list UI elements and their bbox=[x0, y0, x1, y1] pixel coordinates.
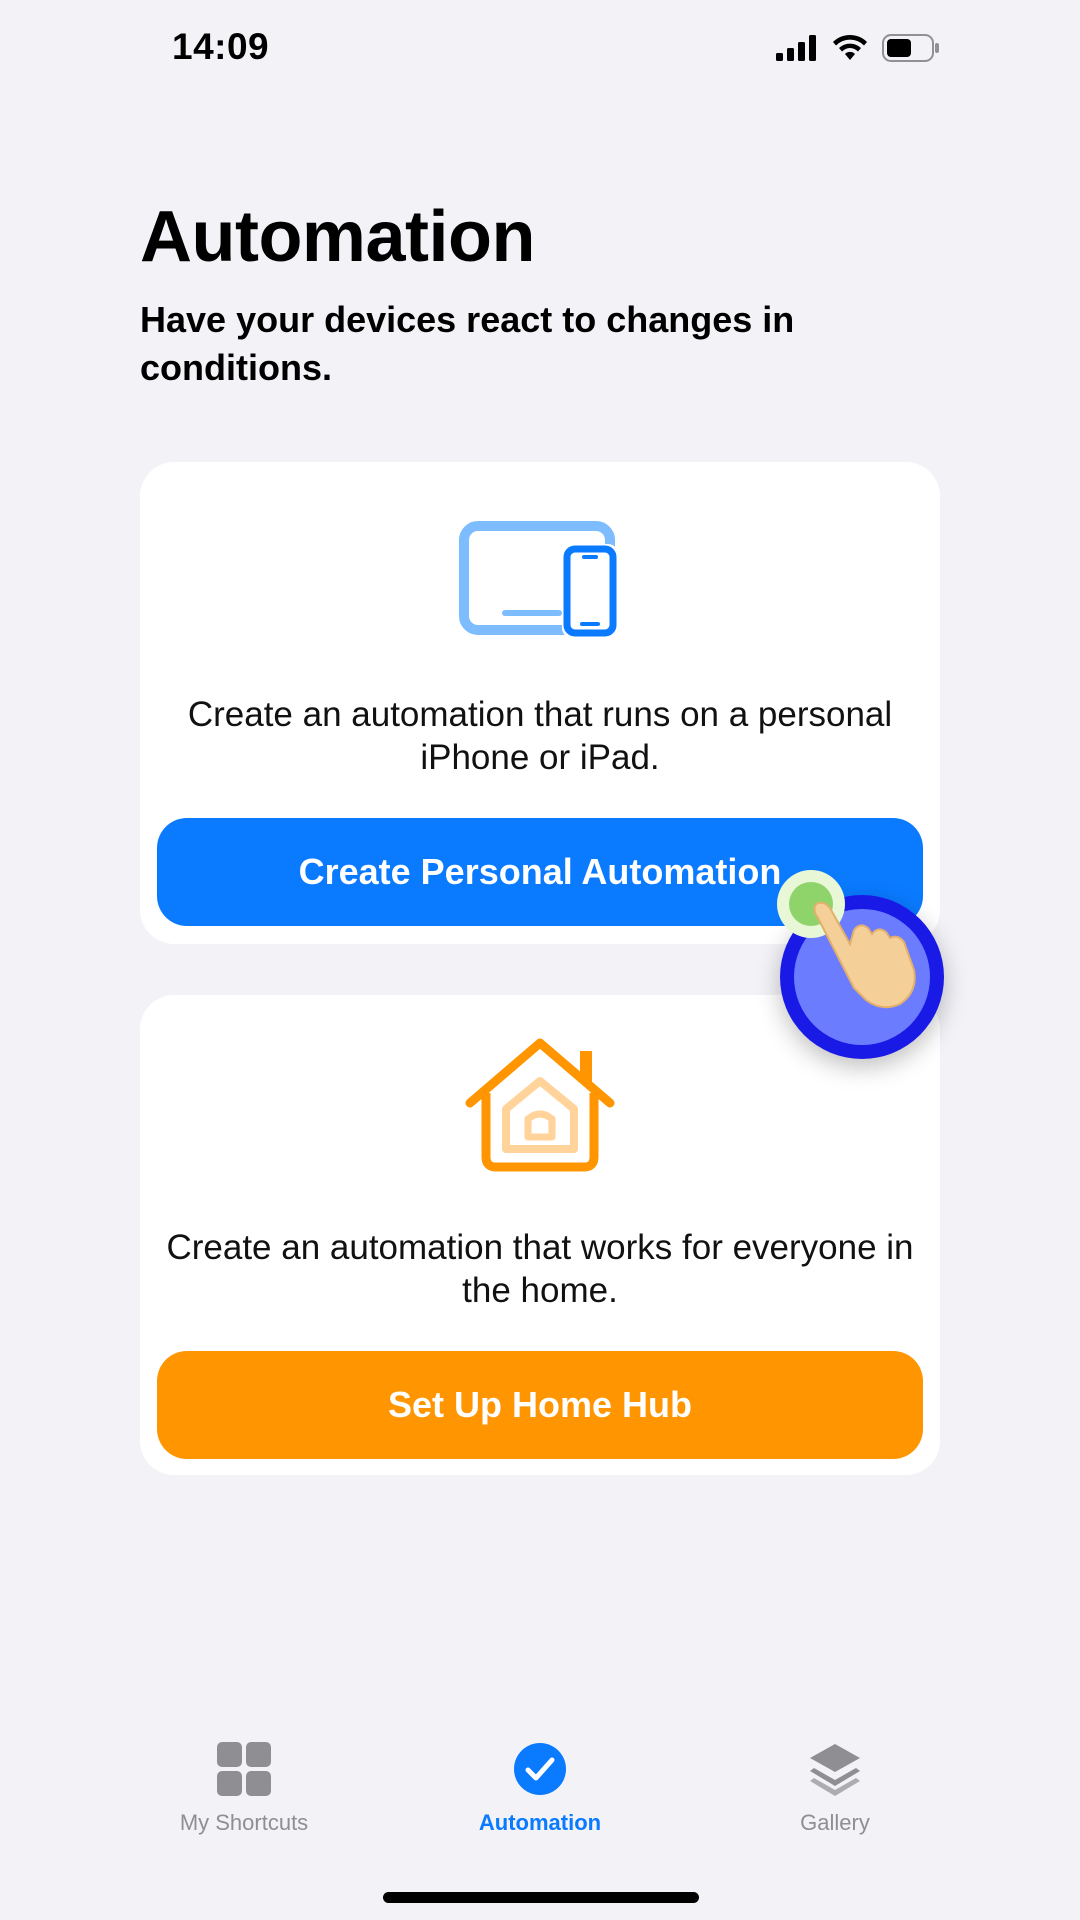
personal-automation-description: Create an automation that runs on a pers… bbox=[187, 695, 893, 777]
set-up-home-hub-label: Set Up Home Hub bbox=[387, 1384, 692, 1425]
page-title: Automation bbox=[140, 197, 535, 277]
set-up-home-hub-button[interactable]: Set Up Home Hub bbox=[157, 1351, 923, 1459]
devices-icon bbox=[459, 521, 618, 638]
tab-automation-label: Automation bbox=[478, 1810, 602, 1835]
cellular-signal-icon bbox=[776, 35, 816, 61]
grid-icon bbox=[217, 1742, 271, 1796]
status-time: 14:09 bbox=[172, 26, 270, 67]
home-automation-card: Create an automation that works for ever… bbox=[140, 995, 940, 1475]
status-bar: 14:09 bbox=[0, 0, 1080, 100]
home-automation-description: Create an automation that works for ever… bbox=[166, 1228, 914, 1310]
tab-gallery-label: Gallery bbox=[800, 1810, 870, 1835]
pointing-hand-icon bbox=[813, 901, 916, 1009]
tab-my-shortcuts[interactable]: My Shortcuts bbox=[134, 1740, 354, 1836]
tab-automation[interactable]: Automation bbox=[430, 1740, 650, 1836]
create-personal-automation-label: Create Personal Automation bbox=[298, 851, 782, 892]
checkmark-circle-icon bbox=[514, 1743, 566, 1795]
wifi-icon bbox=[833, 34, 867, 60]
layers-icon bbox=[810, 1744, 860, 1796]
home-indicator bbox=[383, 1892, 699, 1903]
tab-gallery[interactable]: Gallery bbox=[725, 1740, 945, 1836]
tab-my-shortcuts-label: My Shortcuts bbox=[179, 1810, 309, 1835]
battery-icon bbox=[882, 34, 939, 62]
tab-bar: My Shortcuts Automation Gallery bbox=[0, 1740, 1080, 1850]
status-icons bbox=[776, 34, 940, 62]
home-icon bbox=[465, 1038, 615, 1172]
page-subtitle: Have your devices react to changes in co… bbox=[140, 299, 795, 388]
